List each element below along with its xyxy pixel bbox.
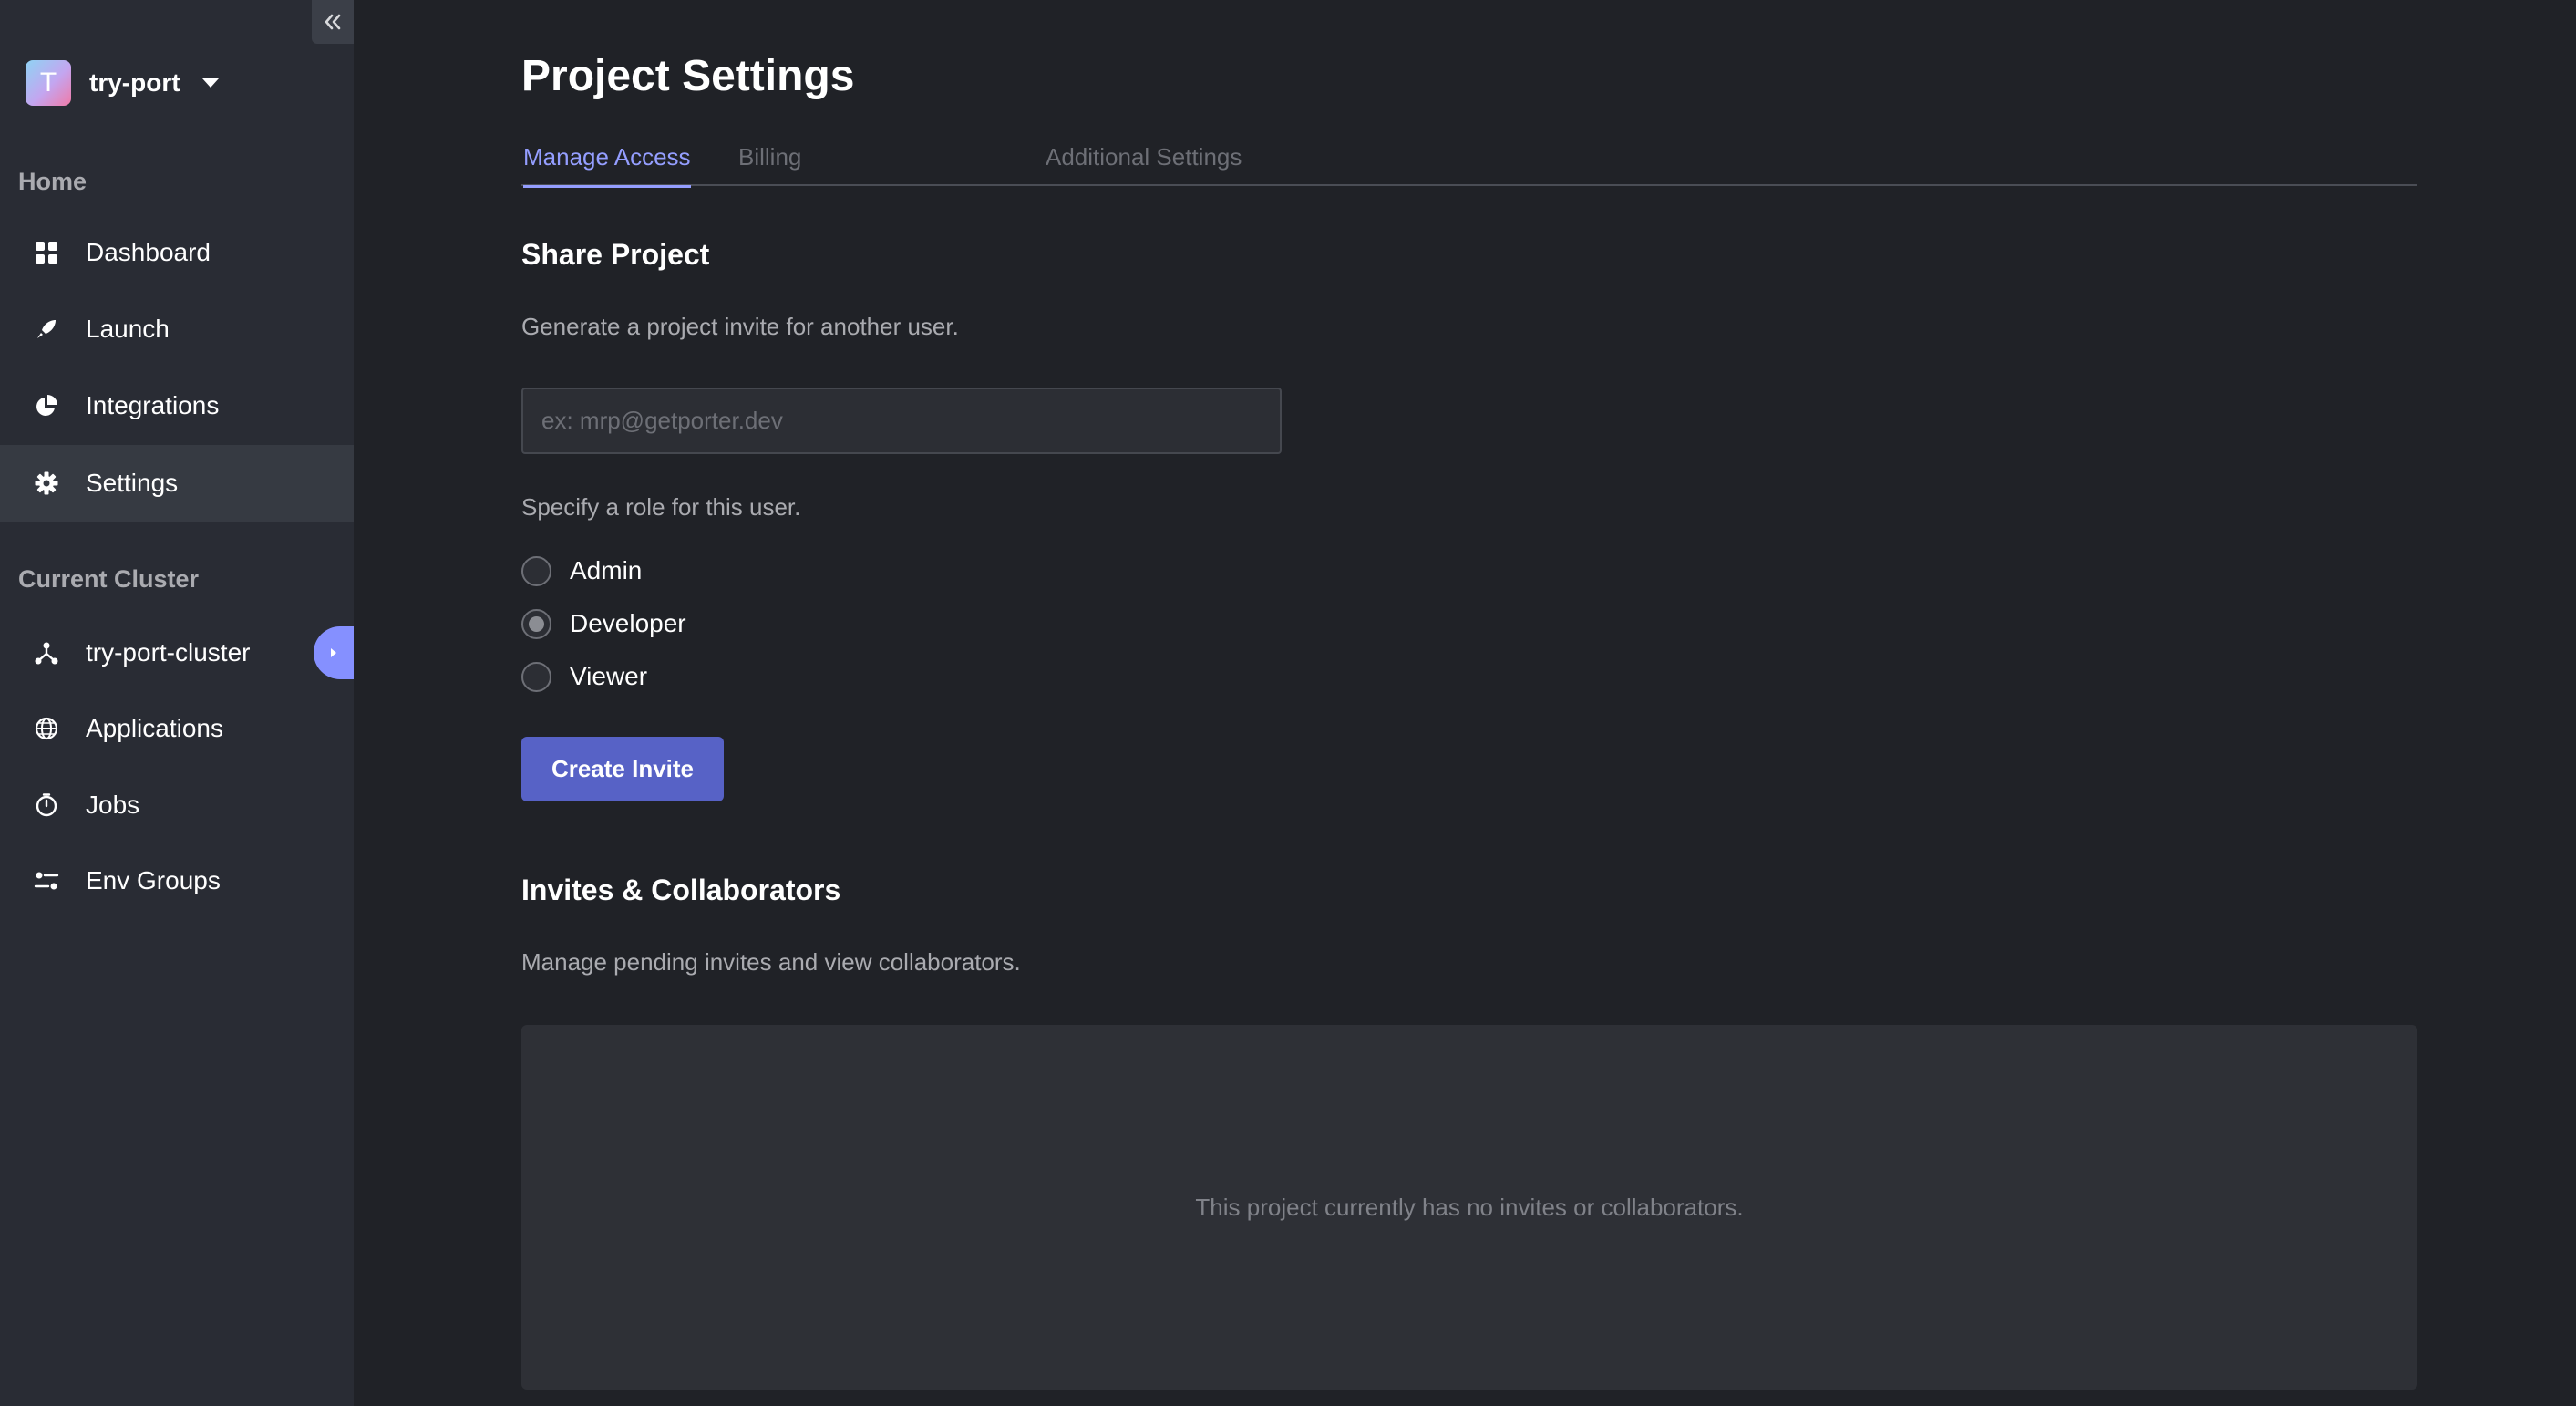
home-section-label: Home — [18, 168, 88, 195]
radio-button-selected[interactable] — [521, 608, 551, 639]
sidebar-item-label: Jobs — [86, 791, 140, 819]
share-project-description: Generate a project invite for another us… — [521, 313, 959, 340]
sidebar-item-env-groups[interactable]: Env Groups — [0, 843, 354, 919]
sidebar-item-label: try-port-cluster — [86, 638, 251, 667]
cluster-icon — [33, 639, 60, 667]
settings-tabs: Manage Access Billing Additional Setting… — [521, 137, 2417, 188]
sidebar-item-label: Applications — [86, 714, 223, 742]
role-label: Admin — [570, 556, 643, 584]
sidebar-item-cluster[interactable]: try-port-cluster — [0, 615, 354, 691]
sidebar-item-dashboard[interactable]: Dashboard — [0, 214, 354, 291]
rocket-icon — [33, 315, 60, 343]
caret-down-icon — [201, 78, 219, 88]
collaborators-panel: This project currently has no invites or… — [521, 1025, 2417, 1390]
radio-button[interactable] — [521, 555, 551, 586]
page-title: Project Settings — [521, 52, 855, 100]
sidebar-item-settings[interactable]: Settings — [0, 445, 354, 522]
sidebar: T try-port Home Dashboard Launch Integra… — [0, 0, 354, 1406]
tab-additional-settings[interactable]: Additional Settings — [1046, 137, 1242, 186]
sidebar-item-integrations[interactable]: Integrations — [0, 367, 354, 444]
tab-manage-access[interactable]: Manage Access — [523, 137, 691, 188]
globe-icon — [33, 715, 60, 742]
sliders-icon — [33, 867, 60, 894]
grid-icon — [33, 239, 60, 266]
share-project-title: Share Project — [521, 238, 710, 271]
role-option-viewer[interactable]: Viewer — [521, 658, 647, 695]
project-selector[interactable]: T try-port — [26, 58, 219, 108]
double-chevron-left-icon — [325, 14, 341, 30]
chevron-right-icon — [331, 648, 336, 657]
tab-billing[interactable]: Billing — [738, 137, 801, 186]
sidebar-item-launch[interactable]: Launch — [0, 291, 354, 367]
gear-icon — [33, 470, 60, 497]
project-name: try-port — [89, 68, 180, 97]
collaborators-title: Invites & Collaborators — [521, 874, 841, 906]
sidebar-item-label: Integrations — [86, 391, 220, 419]
app: T try-port Home Dashboard Launch Integra… — [0, 0, 2576, 1406]
pie-chart-icon — [33, 392, 60, 419]
cluster-section-label: Current Cluster — [18, 565, 200, 593]
sidebar-item-label: Settings — [86, 469, 179, 497]
role-prompt: Specify a role for this user. — [521, 493, 801, 521]
timer-icon — [33, 791, 60, 819]
collapse-sidebar-button[interactable] — [312, 0, 354, 44]
empty-state-message: This project currently has no invites or… — [1195, 1193, 1744, 1221]
create-invite-button[interactable]: Create Invite — [521, 737, 724, 801]
role-option-developer[interactable]: Developer — [521, 605, 686, 642]
role-label: Developer — [570, 609, 686, 637]
sidebar-item-jobs[interactable]: Jobs — [0, 767, 354, 843]
role-option-admin[interactable]: Admin — [521, 553, 642, 589]
sidebar-item-label: Dashboard — [86, 238, 211, 266]
sidebar-item-label: Launch — [86, 315, 170, 343]
collaborators-description: Manage pending invites and view collabor… — [521, 948, 1021, 976]
role-label: Viewer — [570, 662, 648, 690]
main-content: Project Settings Manage Access Billing A… — [354, 0, 2576, 1406]
project-avatar: T — [26, 60, 71, 106]
sidebar-item-label: Env Groups — [86, 866, 221, 894]
invite-email-input[interactable] — [521, 388, 1282, 454]
radio-button[interactable] — [521, 661, 551, 692]
sidebar-item-applications[interactable]: Applications — [0, 690, 354, 767]
